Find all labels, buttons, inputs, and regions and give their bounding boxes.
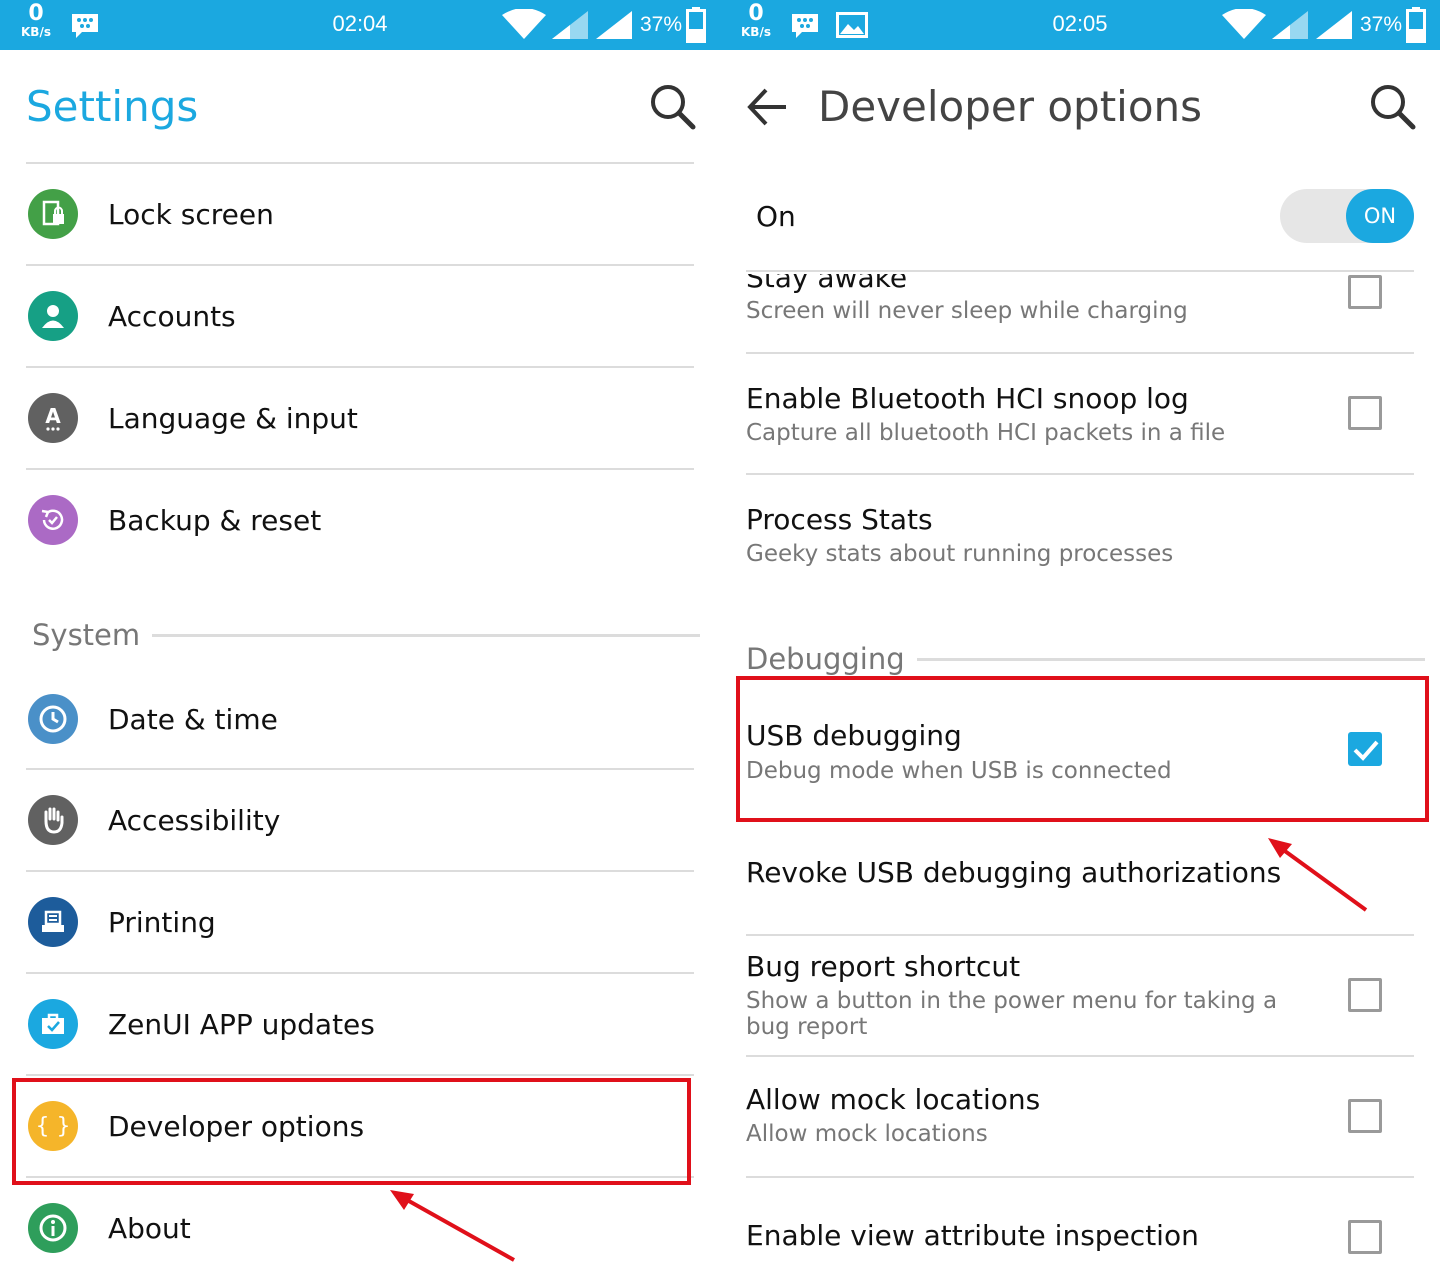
backup-icon bbox=[28, 495, 78, 545]
battery-icon bbox=[686, 7, 706, 43]
option-process-stats[interactable]: Process Stats Geeky stats about running … bbox=[746, 475, 1414, 595]
settings-screen: 0 KB/s 02:04 37% Settings Lock screen Ac… bbox=[0, 0, 720, 1280]
master-toggle[interactable]: ON bbox=[1280, 189, 1414, 243]
settings-item-label: Date & time bbox=[108, 702, 278, 736]
developer-options-screen: 0 KB/s 02:05 37% Developer options On ON bbox=[720, 0, 1440, 1280]
accounts-icon bbox=[28, 291, 78, 341]
settings-item-label: Accessibility bbox=[108, 803, 281, 837]
checkbox[interactable] bbox=[1348, 1220, 1382, 1254]
section-divider bbox=[152, 633, 701, 637]
battery-percent: 37% bbox=[639, 13, 682, 36]
back-arrow-icon[interactable] bbox=[746, 86, 788, 128]
settings-item-date-time[interactable]: Date & time bbox=[26, 668, 694, 770]
settings-item-label: Lock screen bbox=[108, 197, 274, 231]
hand-icon bbox=[28, 795, 78, 845]
page-title: Developer options bbox=[818, 82, 1203, 131]
signal-icon bbox=[551, 11, 588, 39]
search-icon[interactable] bbox=[648, 82, 696, 130]
lock-screen-icon bbox=[28, 189, 78, 239]
settings-item-label: Printing bbox=[108, 905, 216, 939]
option-view-attribute-inspection[interactable]: Enable view attribute inspection bbox=[746, 1178, 1414, 1280]
signal-2-icon bbox=[1315, 11, 1352, 39]
clock-icon bbox=[28, 694, 78, 744]
status-bar: 0 KB/s 02:04 37% bbox=[0, 0, 720, 50]
page-title: Settings bbox=[26, 82, 199, 131]
settings-item-label: Language & input bbox=[108, 401, 358, 435]
section-label: Debugging bbox=[746, 642, 905, 676]
settings-item-printing[interactable]: Printing bbox=[26, 870, 694, 972]
signal-icon bbox=[1271, 11, 1308, 39]
wifi-icon bbox=[501, 9, 546, 39]
toggle-knob: ON bbox=[1346, 189, 1414, 243]
option-bluetooth-hci-log[interactable]: Enable Bluetooth HCI snoop log Capture a… bbox=[746, 354, 1414, 475]
checkbox[interactable] bbox=[1348, 978, 1382, 1012]
settings-item-label: Backup & reset bbox=[108, 503, 322, 537]
settings-item-zenui-updates[interactable]: ZenUI APP updates bbox=[26, 972, 694, 1074]
briefcase-icon bbox=[28, 999, 78, 1049]
section-label: System bbox=[32, 618, 141, 652]
checkbox[interactable] bbox=[1348, 1099, 1382, 1133]
option-subtitle: Geeky stats about running processes bbox=[746, 541, 1174, 567]
option-title: Bug report shortcut bbox=[746, 950, 1021, 983]
settings-item-language[interactable]: A Language & input bbox=[26, 366, 694, 468]
settings-item-label: About bbox=[108, 1211, 191, 1245]
option-title: Revoke USB debugging authorizations bbox=[746, 856, 1282, 889]
option-subtitle: Capture all bluetooth HCI packets in a f… bbox=[746, 420, 1226, 446]
info-icon bbox=[28, 1203, 78, 1253]
wifi-icon bbox=[1221, 9, 1266, 39]
battery-icon bbox=[1406, 7, 1426, 43]
settings-item-backup[interactable]: Backup & reset bbox=[26, 468, 694, 570]
option-subtitle: Screen will never sleep while charging bbox=[746, 298, 1188, 324]
option-bug-report-shortcut[interactable]: Bug report shortcut Show a button in the… bbox=[746, 936, 1414, 1057]
settings-item-accounts[interactable]: Accounts bbox=[26, 264, 694, 366]
settings-item-label: ZenUI APP updates bbox=[108, 1007, 375, 1041]
settings-item-label: Accounts bbox=[108, 299, 236, 333]
section-divider bbox=[916, 657, 1425, 661]
checkbox[interactable] bbox=[1348, 396, 1382, 430]
settings-item-about[interactable]: About bbox=[26, 1176, 694, 1278]
settings-item-lock-screen[interactable]: Lock screen bbox=[26, 162, 694, 264]
option-title: Enable view attribute inspection bbox=[746, 1219, 1199, 1252]
developer-options-master-row: On ON bbox=[746, 162, 1414, 272]
battery-percent: 37% bbox=[1359, 13, 1402, 36]
option-mock-locations[interactable]: Allow mock locations Allow mock location… bbox=[746, 1057, 1414, 1178]
svg-text:A: A bbox=[45, 404, 61, 428]
signal-2-icon bbox=[595, 11, 632, 39]
option-title: Enable Bluetooth HCI snoop log bbox=[746, 382, 1189, 415]
highlight-box bbox=[736, 676, 1429, 822]
option-stay-awake[interactable]: Stay awake Screen will never sleep while… bbox=[746, 274, 1414, 354]
master-switch-label: On bbox=[756, 200, 796, 233]
option-title: Allow mock locations bbox=[746, 1083, 1041, 1116]
printer-icon bbox=[28, 897, 78, 947]
section-header-system: System bbox=[32, 618, 701, 652]
arrow-icon bbox=[1268, 838, 1368, 912]
option-title: Stay awake bbox=[746, 274, 908, 294]
language-icon: A bbox=[28, 393, 78, 443]
section-header-debugging: Debugging bbox=[746, 642, 1425, 676]
highlight-box bbox=[12, 1078, 691, 1185]
checkbox[interactable] bbox=[1348, 275, 1382, 309]
option-title: Process Stats bbox=[746, 503, 933, 536]
search-icon[interactable] bbox=[1368, 82, 1416, 130]
option-subtitle: Show a button in the power menu for taki… bbox=[746, 988, 1278, 1040]
settings-item-accessibility[interactable]: Accessibility bbox=[26, 768, 694, 870]
arrow-icon bbox=[390, 1190, 515, 1262]
option-subtitle: Allow mock locations bbox=[746, 1121, 988, 1147]
status-bar: 0 KB/s 02:05 37% bbox=[720, 0, 1440, 50]
